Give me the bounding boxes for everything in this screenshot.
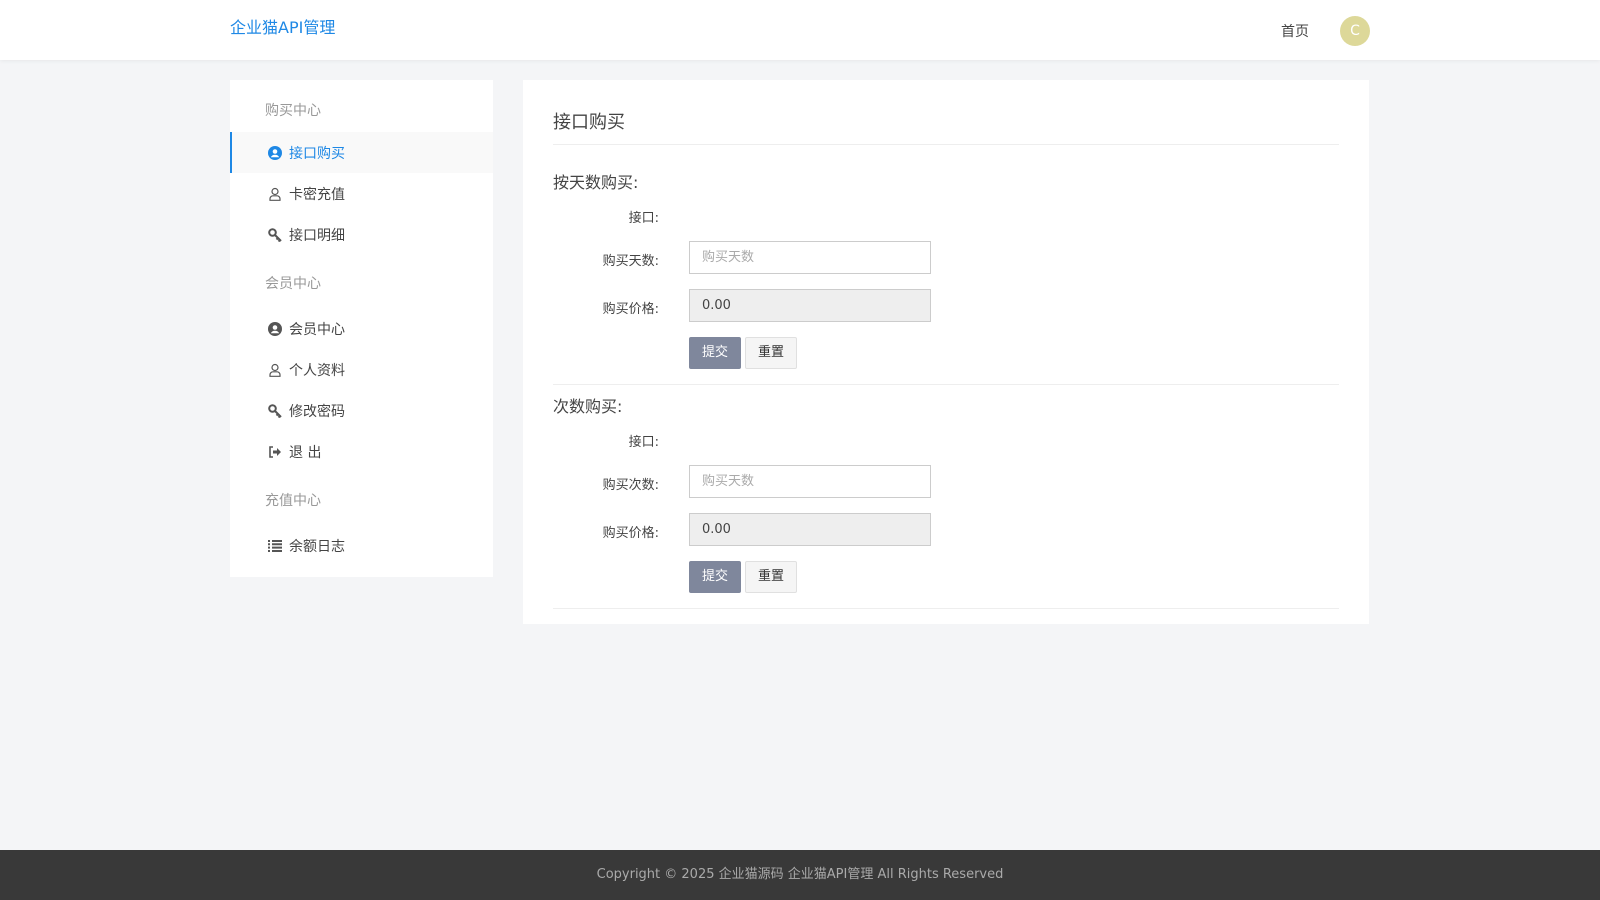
top-header: 企业猫API管理 首页 C — [0, 0, 1600, 60]
avatar[interactable]: C — [1340, 16, 1370, 46]
section-title-member: 会员中心 — [265, 276, 321, 292]
sidebar-item-label: 接口明细 — [289, 227, 345, 244]
key-icon — [268, 227, 282, 242]
by-count-heading: 次数购买: — [553, 397, 623, 416]
nav-home-link[interactable]: 首页 — [1281, 21, 1309, 41]
sidebar-item-label: 修改密码 — [289, 403, 345, 420]
price-label: 购买价格: — [602, 526, 659, 541]
count-label: 购买次数: — [602, 478, 659, 493]
user-circle-icon — [268, 321, 282, 336]
sign-out-icon — [268, 445, 282, 459]
submit-button[interactable]: 提交 — [689, 561, 741, 593]
sidebar-item-card-recharge[interactable]: 卡密充值 — [230, 173, 493, 214]
user-circle-icon — [268, 145, 282, 160]
user-icon — [268, 187, 282, 201]
sidebar-item-change-password[interactable]: 修改密码 — [230, 390, 493, 431]
sidebar-item-label: 会员中心 — [289, 321, 345, 338]
sidebar-item-member-center[interactable]: 会员中心 — [230, 308, 493, 349]
divider — [553, 144, 1339, 145]
divider — [553, 608, 1339, 609]
sidebar-item-balance-log[interactable]: 余额日志 — [230, 525, 493, 566]
api-label: 接口: — [628, 435, 659, 450]
reset-button[interactable]: 重置 — [745, 561, 797, 593]
sidebar-item-profile[interactable]: 个人资料 — [230, 349, 493, 390]
sidebar-item-api-detail[interactable]: 接口明细 — [230, 214, 493, 255]
sidebar-item-label: 个人资料 — [289, 362, 345, 379]
price-field: 0.00 — [689, 289, 931, 322]
sidebar: 购买中心 接口购买 卡密充值 接口明细 会员中心 会员中心 个人资料 修改密码 … — [230, 80, 493, 577]
days-input[interactable] — [689, 241, 931, 274]
section-title-purchase: 购买中心 — [265, 103, 321, 119]
page-title: 接口购买 — [553, 112, 625, 133]
sidebar-item-label: 退 出 — [289, 444, 322, 461]
sidebar-item-logout[interactable]: 退 出 — [230, 431, 493, 472]
count-input[interactable] — [689, 465, 931, 498]
submit-button[interactable]: 提交 — [689, 337, 741, 369]
sidebar-item-label: 接口购买 — [289, 145, 345, 162]
footer: Copyright © 2025 企业猫源码 企业猫API管理 All Righ… — [0, 850, 1600, 900]
divider — [553, 384, 1339, 385]
section-title-recharge: 充值中心 — [265, 493, 321, 509]
reset-button[interactable]: 重置 — [745, 337, 797, 369]
days-label: 购买天数: — [602, 254, 659, 269]
user-icon — [268, 363, 282, 377]
sidebar-item-api-purchase[interactable]: 接口购买 — [230, 132, 493, 173]
list-icon — [268, 539, 282, 553]
main-panel: 接口购买 按天数购买: 接口: 购买天数: 购买价格: 0.00 提交 重置 次… — [523, 80, 1369, 624]
copyright-text: Copyright © 2025 企业猫源码 企业猫API管理 All Righ… — [596, 867, 1004, 882]
sidebar-item-label: 余额日志 — [289, 538, 345, 555]
key-icon — [268, 403, 282, 418]
by-days-heading: 按天数购买: — [553, 173, 639, 192]
price-field: 0.00 — [689, 513, 931, 546]
price-label: 购买价格: — [602, 302, 659, 317]
sidebar-item-label: 卡密充值 — [289, 186, 345, 203]
logo[interactable]: 企业猫API管理 — [230, 14, 335, 38]
api-label: 接口: — [628, 211, 659, 226]
